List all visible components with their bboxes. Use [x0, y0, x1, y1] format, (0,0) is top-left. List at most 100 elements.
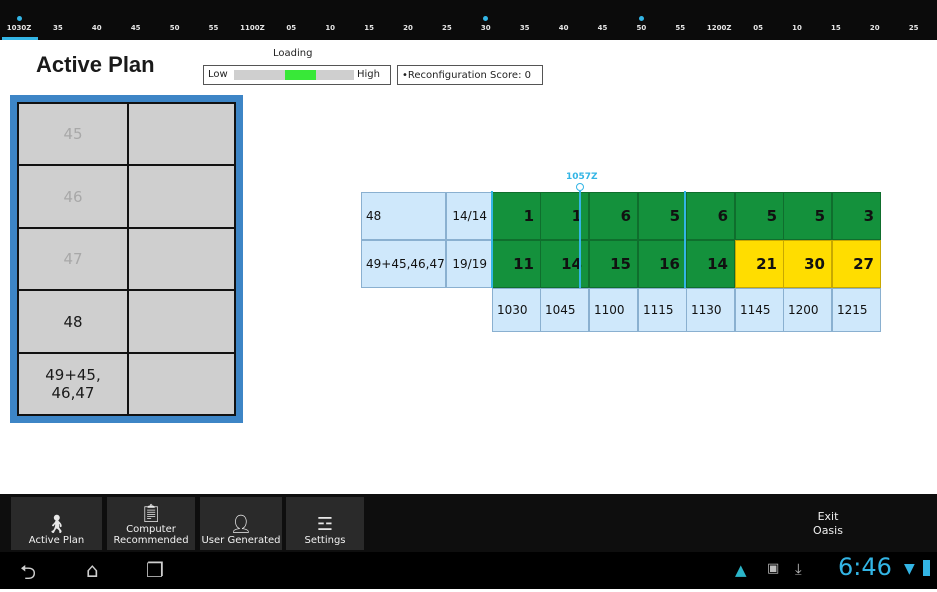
- tab-user-generated[interactable]: 👤︎ User Generated: [200, 497, 282, 550]
- home-icon[interactable]: ⌂: [86, 558, 99, 582]
- sector-empty-cell: [129, 229, 234, 289]
- clock: 6:46: [838, 553, 892, 581]
- plan-load-cell[interactable]: 15: [589, 240, 638, 288]
- timeline-tick[interactable]: 15: [350, 0, 388, 40]
- plan-load-cell[interactable]: 30: [783, 240, 832, 288]
- timeline-tick[interactable]: 50: [622, 0, 660, 40]
- timeline-tick[interactable]: 1030Z: [0, 0, 38, 40]
- timeline-tick-label: 25: [908, 24, 919, 32]
- plan-load-cell[interactable]: 5: [638, 192, 687, 240]
- plan-load-cell[interactable]: 6: [589, 192, 638, 240]
- timeline-tick[interactable]: 40: [545, 0, 583, 40]
- timeline-spacer: [328, 16, 333, 21]
- page-title: Active Plan: [36, 52, 155, 77]
- timeline-tick-label: 40: [558, 24, 569, 32]
- tab-computer-recommended[interactable]: 📋︎ Computer Recommended: [107, 497, 195, 550]
- plan-load-cell[interactable]: 14: [540, 240, 589, 288]
- timeline-tick[interactable]: 25: [428, 0, 466, 40]
- sector-row[interactable]: 47: [19, 229, 234, 291]
- plan-load-cell[interactable]: 1: [540, 192, 589, 240]
- timeline-tick[interactable]: 15: [817, 0, 855, 40]
- plan-time-header: 1130: [686, 288, 735, 332]
- plan-load-cell[interactable]: 14: [686, 240, 735, 288]
- timeline-spacer: [94, 16, 99, 21]
- timeline-bar[interactable]: 1030Z 35 40 45 50 55 1100Z 05 10 15 20 25 30 35 40 45 50…: [0, 0, 937, 40]
- timeline-tick-label: 50: [169, 24, 180, 32]
- timeline-tick[interactable]: 40: [78, 0, 116, 40]
- timeline-spacer: [911, 16, 916, 21]
- timeline-spacer: [561, 16, 566, 21]
- timeline-tick-label: 1200Z: [706, 24, 732, 32]
- user-icon: 👤︎: [229, 514, 253, 535]
- timeline-tick[interactable]: 10: [778, 0, 816, 40]
- selection-bracket-left: [491, 191, 493, 288]
- tab-active-plan[interactable]: 🚶︎ Active Plan: [11, 497, 102, 550]
- timeline-tick[interactable]: 20: [856, 0, 894, 40]
- download-icon: ⤓: [795, 560, 802, 578]
- plan-sector-name[interactable]: 48: [361, 192, 446, 240]
- plan-load-cell[interactable]: 5: [783, 192, 832, 240]
- timeline-tick[interactable]: 20: [389, 0, 427, 40]
- timeline-tick[interactable]: 10: [311, 0, 349, 40]
- timeline-tick[interactable]: 25: [895, 0, 933, 40]
- timeline-tick[interactable]: 30: [467, 0, 505, 40]
- sector-row[interactable]: 48: [19, 291, 234, 354]
- plan-load-cell[interactable]: 27: [832, 240, 881, 288]
- timeline-tick[interactable]: 35: [39, 0, 77, 40]
- current-time-label: 1057Z: [566, 172, 598, 182]
- timeline-tick[interactable]: 35: [506, 0, 544, 40]
- plan-sector-count[interactable]: 19/19: [446, 240, 492, 288]
- plan-load-cell[interactable]: 11: [492, 240, 541, 288]
- exit-oasis-button[interactable]: Exit Oasis: [806, 510, 850, 538]
- timeline-tick-label: 25: [442, 24, 452, 32]
- clipboard-icon: 📋︎: [139, 503, 163, 524]
- back-icon[interactable]: ⮌: [20, 558, 36, 592]
- timeline-tick-label: 35: [53, 24, 63, 32]
- plan-load-cell[interactable]: 5: [735, 192, 784, 240]
- timeline-tick[interactable]: 05: [272, 0, 310, 40]
- wifi-icon: ▼: [904, 561, 915, 577]
- image-icon: ▣: [767, 561, 780, 576]
- timeline-tick[interactable]: 50: [156, 0, 194, 40]
- plan-load-cell[interactable]: 3: [832, 192, 881, 240]
- current-time-handle[interactable]: [576, 183, 584, 191]
- tab-label: Settings: [304, 535, 346, 546]
- timeline-tick[interactable]: 55: [661, 0, 699, 40]
- selection-bracket-right: [684, 191, 686, 288]
- plan-sector-name[interactable]: 49+45,46,47: [361, 240, 446, 288]
- timeline-tick[interactable]: 45: [117, 0, 155, 40]
- plan-load-cell[interactable]: 21: [735, 240, 784, 288]
- tab-label: Active Plan: [28, 535, 85, 546]
- loading-level-indicator: [284, 70, 316, 80]
- tab-settings[interactable]: ☲ Settings: [286, 497, 364, 550]
- timeline-tick[interactable]: 45: [584, 0, 622, 40]
- plan-time-header: 1030: [492, 288, 541, 332]
- timeline-tick[interactable]: 05: [739, 0, 777, 40]
- recents-icon[interactable]: ❐: [146, 558, 164, 582]
- sector-grid: 45 46 47 48 49+45, 46,47: [17, 102, 236, 416]
- plan-load-cell[interactable]: 16: [638, 240, 687, 288]
- timeline-spacer: [678, 16, 683, 21]
- timeline-tick[interactable]: 1100Z: [233, 0, 271, 40]
- timeline-tick-label: 45: [597, 24, 608, 32]
- sector-row[interactable]: 45: [19, 104, 234, 166]
- sector-row[interactable]: 49+45, 46,47: [19, 354, 234, 414]
- timeline-spacer: [833, 16, 838, 21]
- plan-sector-count[interactable]: 14/14: [446, 192, 492, 240]
- sector-row[interactable]: 46: [19, 166, 234, 229]
- timeline-marker-dot: [16, 16, 22, 21]
- timeline-spacer: [756, 16, 761, 21]
- timeline-tick[interactable]: 1200Z: [700, 0, 738, 40]
- timeline-spacer: [133, 16, 138, 21]
- timeline-tick[interactable]: 55: [195, 0, 233, 40]
- timeline-tick-label: 55: [675, 24, 686, 32]
- sliders-icon: ☲: [316, 514, 334, 535]
- sector-empty-cell: [129, 291, 234, 352]
- timeline-tick-label: 45: [130, 24, 141, 32]
- plan-load-cell[interactable]: 6: [686, 192, 735, 240]
- plan-load-cell[interactable]: 1: [492, 192, 541, 240]
- timeline-selection-indicator: [2, 37, 38, 40]
- plan-time-header: 1115: [638, 288, 687, 332]
- timeline-tick-label: 35: [519, 24, 530, 32]
- plan-time-header: 1215: [832, 288, 881, 332]
